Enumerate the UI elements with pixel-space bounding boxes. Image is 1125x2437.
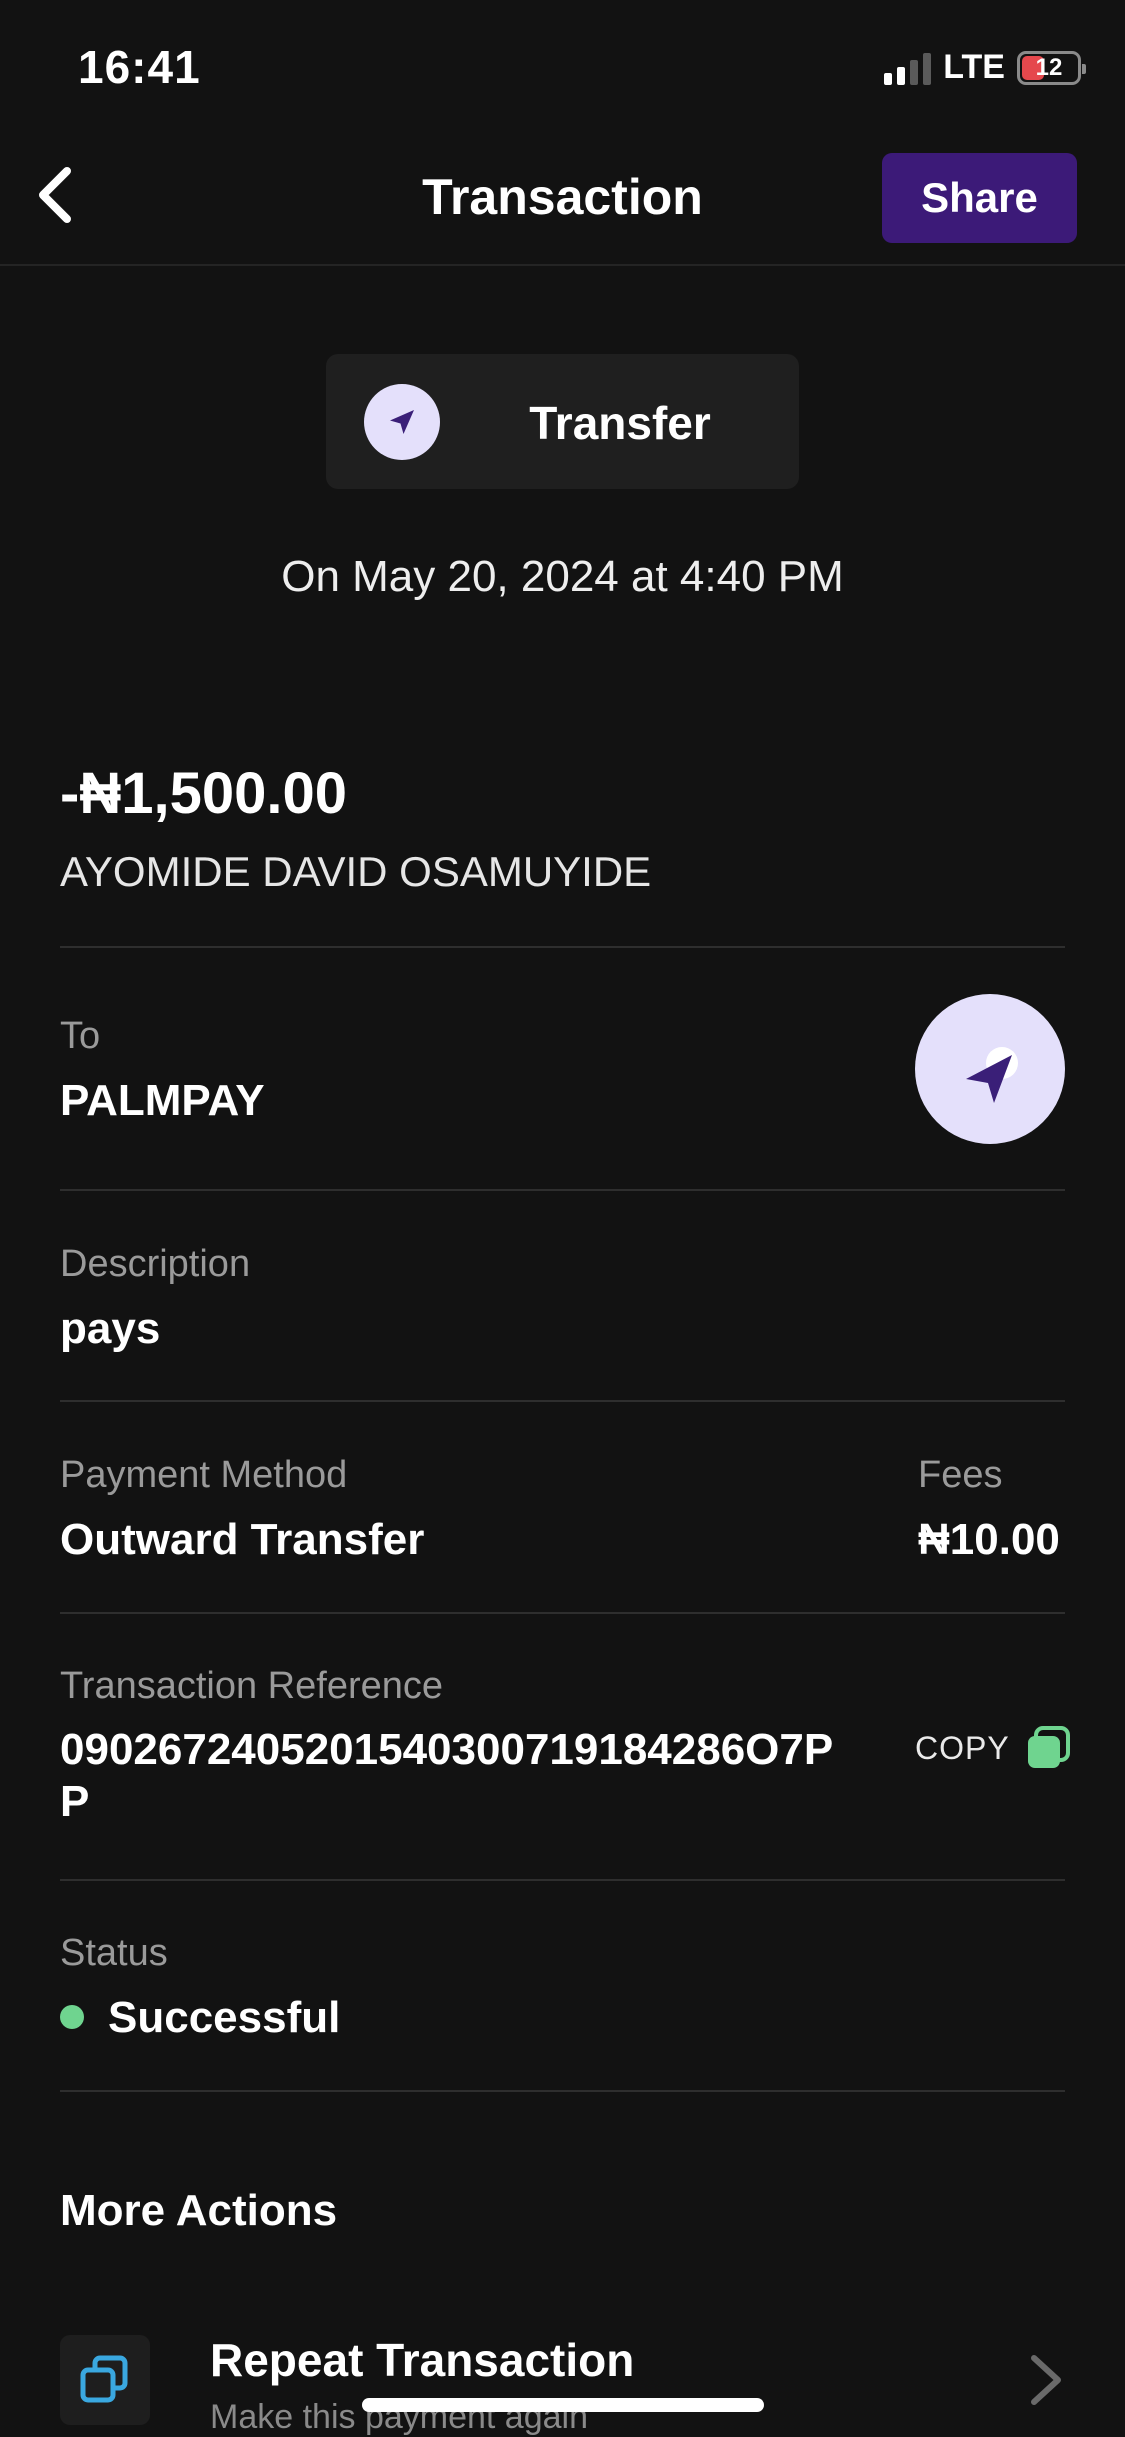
- status-time: 16:41: [78, 41, 201, 93]
- copy-button[interactable]: COPY: [915, 1724, 1072, 1772]
- description-label: Description: [60, 1243, 251, 1285]
- to-value: PALMPAY: [60, 1076, 265, 1125]
- signal-icon: [884, 51, 932, 85]
- more-actions-title: More Actions: [60, 2186, 338, 2235]
- to-label: To: [60, 1015, 101, 1057]
- status-label: Status: [60, 1932, 168, 1974]
- fees-value: ₦10.00: [918, 1515, 1060, 1564]
- status-indicators: LTE 12: [884, 48, 1086, 87]
- divider: [60, 1189, 1065, 1191]
- description-value: pays: [60, 1304, 161, 1353]
- battery-level: 12: [1035, 53, 1063, 81]
- divider: [60, 1400, 1065, 1402]
- home-indicator: [362, 2398, 764, 2412]
- divider: [60, 1612, 1065, 1614]
- payment-method-value: Outward Transfer: [60, 1515, 425, 1564]
- repeat-icon[interactable]: [60, 2335, 150, 2425]
- recipient-send-icon: [915, 994, 1065, 1144]
- copy-icon: [1027, 1726, 1070, 1768]
- repeat-transaction-title[interactable]: Repeat Transaction: [210, 2333, 634, 2387]
- transaction-amount: -₦1,500.00: [60, 761, 347, 826]
- reference-label: Transaction Reference: [60, 1665, 444, 1707]
- payment-method-label: Payment Method: [60, 1454, 348, 1496]
- header-divider: [0, 264, 1125, 266]
- battery-icon: 12: [1017, 50, 1086, 85]
- chevron-right-icon[interactable]: [1020, 2350, 1070, 2410]
- status-dot: [60, 2005, 84, 2029]
- reference-value: 0902672405201540300719184286O7PP: [60, 1725, 834, 1826]
- send-arrow-icon: [364, 384, 440, 460]
- status-value: Successful: [108, 1993, 341, 2042]
- fees-label: Fees: [918, 1454, 1003, 1496]
- transaction-type-label: Transfer: [529, 397, 711, 449]
- sender-name: AYOMIDE DAVID OSAMUYIDE: [60, 848, 652, 895]
- divider: [60, 946, 1065, 948]
- divider: [60, 1879, 1065, 1881]
- network-type: LTE: [943, 48, 1005, 86]
- divider: [60, 2090, 1065, 2092]
- share-button[interactable]: Share: [882, 153, 1077, 243]
- transaction-date: On May 20, 2024 at 4:40 PM: [281, 552, 844, 601]
- copy-label: COPY: [915, 1729, 1010, 1766]
